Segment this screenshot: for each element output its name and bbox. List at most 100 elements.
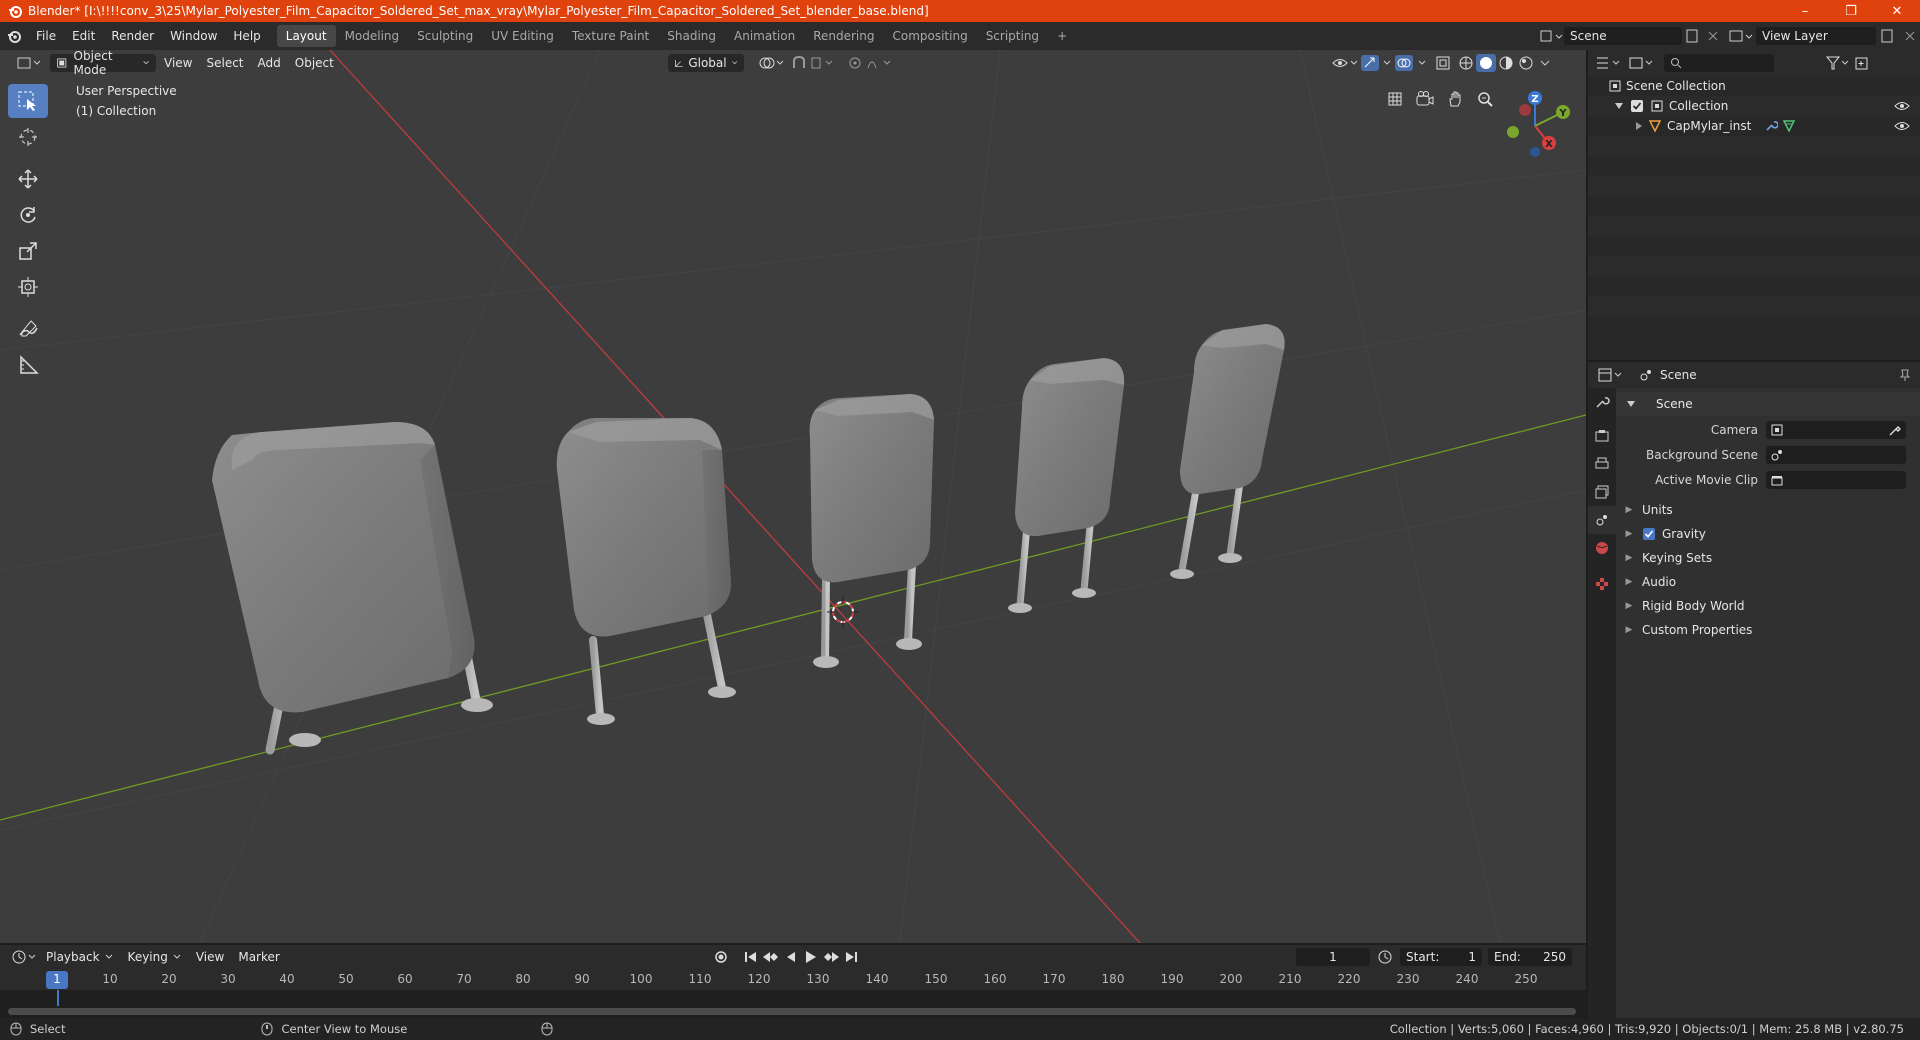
tab-rendering[interactable]: Rendering [804, 25, 883, 47]
render-tab[interactable] [1588, 422, 1616, 450]
jump-start-icon[interactable] [742, 948, 760, 966]
overlays-toggle-icon[interactable] [1394, 54, 1432, 72]
rendered-shading-icon[interactable] [1516, 54, 1536, 72]
disclosure-triangle-right-icon[interactable] [1634, 121, 1644, 131]
gravity-checkbox[interactable] [1642, 527, 1656, 541]
camera-view-icon[interactable] [1410, 86, 1440, 112]
scene-field[interactable]: Scene [1564, 27, 1682, 45]
play-reverse-icon[interactable] [782, 948, 800, 966]
tab-compositing[interactable]: Compositing [883, 25, 976, 47]
outliner-row-object[interactable]: CapMylar_inst [1588, 116, 1920, 136]
playback-menu[interactable]: Playback [40, 948, 120, 966]
modifier-wrench-icon[interactable] [1764, 119, 1778, 133]
proportional-editing-icon[interactable] [846, 54, 896, 72]
new-collection-icon[interactable] [1852, 54, 1872, 72]
world-tab[interactable] [1588, 534, 1616, 562]
rotate-tool[interactable] [8, 198, 48, 232]
gizmo-toggle-icon[interactable] [1360, 54, 1394, 72]
navigation-gizmo[interactable]: Z Y X [1495, 86, 1575, 166]
menu-edit[interactable]: Edit [64, 29, 103, 43]
solid-shading-icon[interactable] [1476, 54, 1496, 72]
snap-icon[interactable] [790, 54, 836, 72]
tab-texture-paint[interactable]: Texture Paint [563, 25, 658, 47]
keying-sets-panel[interactable]: ▶ Keying Sets [1616, 546, 1920, 570]
add-menu[interactable]: Add [252, 54, 287, 72]
properties-editor-icon[interactable] [1596, 366, 1626, 384]
grid-view-icon[interactable] [1380, 86, 1410, 112]
eye-icon[interactable] [1894, 100, 1910, 112]
outliner-row-scene-collection[interactable]: Scene Collection [1588, 76, 1920, 96]
checkbox-checked-icon[interactable] [1630, 99, 1644, 113]
delete-scene-icon[interactable] [1704, 27, 1722, 45]
new-view-layer-icon[interactable] [1876, 27, 1900, 45]
xray-toggle-icon[interactable] [1432, 54, 1456, 72]
add-workspace-button[interactable]: + [1048, 25, 1076, 47]
3d-viewport[interactable]: Object Mode View Select Add Object Globa… [0, 50, 1586, 943]
current-frame-input[interactable]: 1 [1296, 948, 1370, 966]
pin-icon[interactable] [1898, 368, 1912, 382]
tool-tab[interactable] [1588, 388, 1616, 416]
disclosure-triangle-icon[interactable] [1614, 101, 1624, 111]
capacitor-mesh[interactable] [1008, 358, 1125, 613]
neg-y-axis-icon[interactable] [1507, 126, 1519, 138]
pivot-point-icon[interactable] [756, 54, 786, 72]
view-menu[interactable]: View [158, 54, 198, 72]
output-tab[interactable] [1588, 450, 1616, 478]
jump-keyframe-back-icon[interactable] [760, 948, 782, 966]
outliner-editor-icon[interactable] [1594, 54, 1624, 72]
tab-animation[interactable]: Animation [725, 25, 804, 47]
scene-panel-header[interactable]: Scene [1616, 392, 1920, 416]
delete-view-layer-icon[interactable] [1900, 27, 1920, 45]
scale-tool[interactable] [8, 234, 48, 268]
mode-dropdown[interactable]: Object Mode [50, 50, 156, 77]
jump-keyframe-forward-icon[interactable] [820, 948, 842, 966]
camera-field[interactable] [1766, 421, 1906, 439]
frame-ruler[interactable]: 1 10 20 30 40 50 60 70 80 90 100 110 120… [0, 970, 1586, 990]
visibility-selectability-icon[interactable] [1330, 54, 1360, 72]
new-scene-icon[interactable] [1682, 27, 1704, 45]
end-frame-input[interactable]: End: 250 [1488, 948, 1572, 966]
object-menu[interactable]: Object [289, 54, 340, 72]
neg-z-axis-icon[interactable] [1530, 147, 1540, 157]
units-panel[interactable]: ▶ Units [1616, 498, 1920, 522]
capacitor-mesh[interactable] [809, 394, 934, 668]
timeline-track-area[interactable] [0, 990, 1586, 1018]
close-button[interactable]: ✕ [1874, 0, 1920, 22]
scene-icon[interactable] [1538, 27, 1564, 45]
outliner-search-input[interactable] [1664, 54, 1774, 72]
audio-panel[interactable]: ▶ Audio [1616, 570, 1920, 594]
editor-type-icon[interactable] [10, 54, 48, 72]
timeline-view-menu[interactable]: View [190, 948, 230, 966]
scene-tab[interactable] [1588, 506, 1616, 534]
orientation-dropdown[interactable]: Global [668, 54, 744, 72]
active-movie-clip-field[interactable] [1766, 471, 1906, 489]
record-icon[interactable] [710, 948, 732, 966]
3d-cursor-icon[interactable] [827, 596, 859, 628]
capacitor-mesh[interactable] [1170, 324, 1285, 579]
filter-icon[interactable] [1824, 54, 1852, 72]
transform-tool[interactable] [8, 270, 48, 304]
keying-menu[interactable]: Keying [122, 948, 188, 966]
texture-tab[interactable] [1588, 570, 1616, 598]
minimize-button[interactable]: – [1782, 0, 1828, 22]
view-layer-icon[interactable] [1722, 27, 1756, 45]
move-tool[interactable] [8, 162, 48, 196]
shading-options-icon[interactable] [1536, 54, 1554, 72]
outliner-row-collection[interactable]: Collection [1588, 96, 1920, 116]
rigid-body-world-panel[interactable]: ▶ Rigid Body World [1616, 594, 1920, 618]
tab-uv-editing[interactable]: UV Editing [482, 25, 563, 47]
view-layer-tab[interactable] [1588, 478, 1616, 506]
eye-icon[interactable] [1894, 120, 1910, 132]
measure-tool[interactable] [8, 348, 48, 382]
mesh-data-icon[interactable] [1782, 119, 1796, 133]
background-scene-field[interactable] [1766, 446, 1906, 464]
wireframe-shading-icon[interactable] [1456, 54, 1476, 72]
menu-file[interactable]: File [28, 29, 64, 43]
play-icon[interactable] [800, 948, 820, 966]
tab-sculpting[interactable]: Sculpting [408, 25, 482, 47]
marker-menu[interactable]: Marker [232, 948, 285, 966]
timeline-editor-icon[interactable] [10, 948, 40, 966]
display-mode-icon[interactable] [1624, 54, 1658, 72]
capacitor-mesh[interactable] [212, 422, 493, 755]
custom-properties-panel[interactable]: ▶ Custom Properties [1616, 618, 1920, 642]
